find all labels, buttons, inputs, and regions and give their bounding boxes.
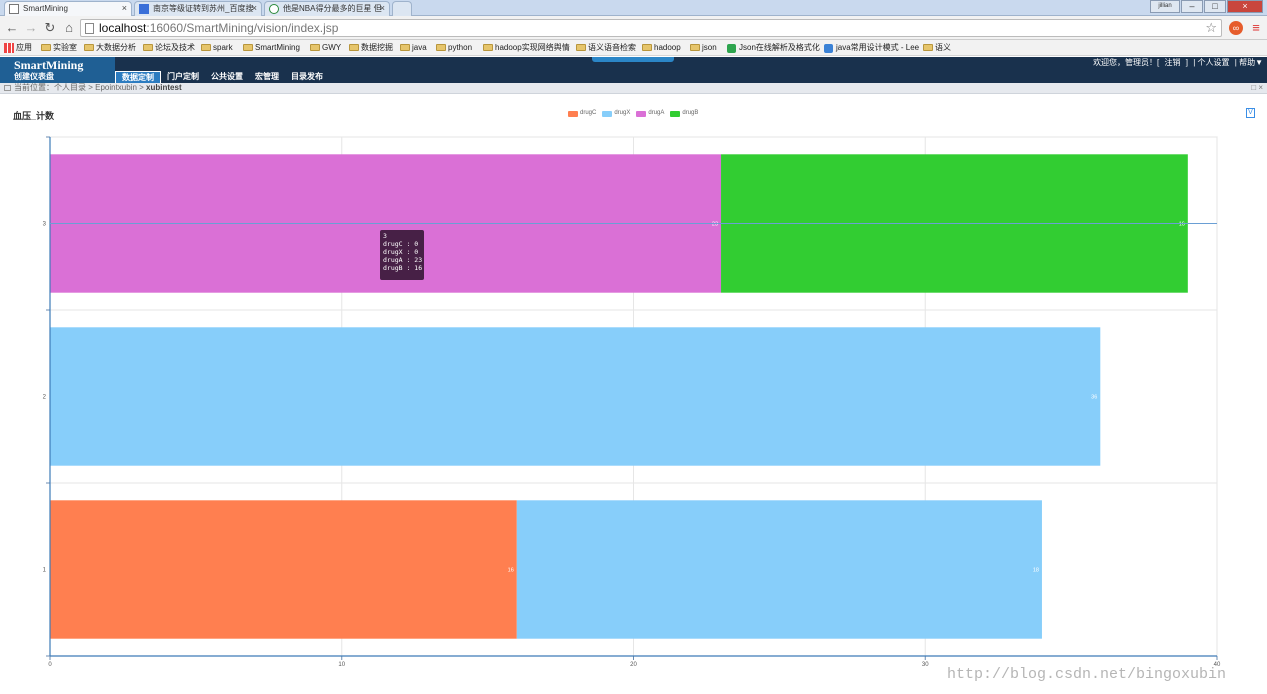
y-tick-label: 1 — [43, 568, 47, 574]
tooltip-line: drugC : 0 — [383, 240, 419, 248]
bar-value-label: 16 — [1179, 222, 1185, 228]
bar-value-label: 23 — [712, 222, 718, 228]
bar-value-label: 36 — [1091, 395, 1097, 401]
bar-drugX — [516, 500, 1042, 639]
chart-tooltip: 3 drugC : 0 drugX : 0 drugA : 23 drugB :… — [380, 230, 424, 280]
tooltip-line: drugB : 16 — [383, 264, 423, 272]
bar-value-label: 18 — [1033, 568, 1039, 574]
x-tick-label: 0 — [48, 662, 52, 668]
bar-value-label: 16 — [508, 568, 514, 574]
bar-drugC — [50, 500, 517, 639]
x-tick-label: 10 — [338, 662, 345, 668]
x-tick-label: 30 — [922, 662, 929, 668]
stacked-bar-chart: 0 10 20 30 4016 18136223 163 — [43, 136, 1221, 668]
bar-drugX — [50, 327, 1101, 466]
tooltip-category: 3 — [383, 232, 387, 240]
tooltip-line: drugX : 0 — [383, 248, 419, 256]
x-tick-label: 20 — [630, 662, 637, 668]
y-tick-label: 3 — [43, 222, 47, 228]
y-tick-label: 2 — [43, 395, 47, 401]
tooltip-line: drugA : 23 — [383, 256, 423, 264]
watermark: http://blog.csdn.net/bingoxubin — [947, 666, 1227, 683]
